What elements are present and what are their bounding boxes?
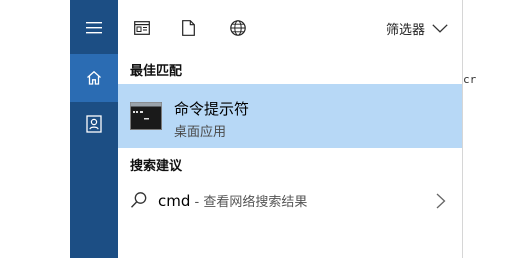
- home-icon: [87, 70, 101, 85]
- home-button[interactable]: [70, 54, 118, 102]
- hamburger-icon: [86, 22, 102, 34]
- search-icon: [131, 192, 147, 208]
- web-suggestion-item[interactable]: cmd - 查看网络搜索结果: [118, 184, 462, 216]
- suggestion-text: cmd - 查看网络搜索结果: [158, 191, 307, 210]
- background-window-text: cr: [463, 73, 477, 86]
- search-suggestions-heading: 搜索建议: [130, 159, 183, 174]
- menu-button[interactable]: [70, 4, 118, 52]
- search-results-panel: 筛选器 最佳匹配 命令提示符 桌面应用 搜索建议 cmd - 查看网络搜索结果: [118, 0, 463, 258]
- best-match-heading: 最佳匹配: [130, 64, 183, 79]
- globe-icon: [230, 20, 246, 36]
- profile-button[interactable]: [70, 100, 118, 148]
- chevron-right-icon: [436, 193, 446, 209]
- documents-scope-button[interactable]: [178, 18, 198, 38]
- best-match-result[interactable]: 命令提示符 桌面应用: [118, 84, 462, 148]
- result-title: 命令提示符: [174, 100, 250, 118]
- web-scope-button[interactable]: [228, 18, 248, 38]
- chevron-down-icon: [432, 23, 448, 33]
- apps-scope-button[interactable]: [132, 18, 152, 38]
- command-prompt-icon: [130, 102, 162, 130]
- app-window-icon: [134, 21, 150, 35]
- document-icon: [181, 20, 195, 36]
- suggestion-hint: - 查看网络搜索结果: [190, 195, 308, 210]
- contact-card-icon: [86, 115, 102, 133]
- suggestion-query: cmd: [158, 192, 191, 210]
- result-type: 桌面应用: [174, 125, 227, 140]
- start-rail: [70, 0, 118, 258]
- search-scope-toolbar: 筛选器: [118, 0, 462, 56]
- filter-label: 筛选器: [385, 22, 425, 38]
- start-search-window: 筛选器 最佳匹配 命令提示符 桌面应用 搜索建议 cmd - 查看网络搜索结果 …: [0, 0, 522, 258]
- filter-dropdown[interactable]: 筛选器: [386, 18, 448, 38]
